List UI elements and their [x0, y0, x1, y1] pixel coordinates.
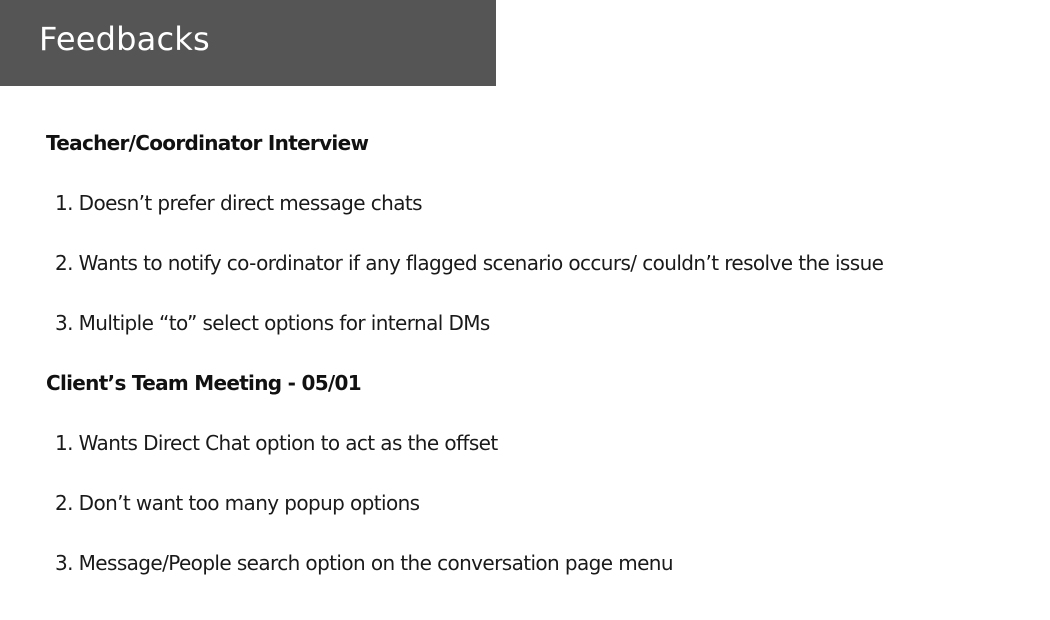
list-item: 1. Wants Direct Chat option to act as th… — [55, 431, 498, 455]
list-item: 3. Message/People search option on the c… — [55, 551, 674, 575]
list-item: 3. Multiple “to” select options for inte… — [55, 311, 490, 335]
feedback-content: Teacher/Coordinator Interview 1. Doesn’t… — [46, 128, 1036, 578]
section-title: Teacher/Coordinator Interview — [46, 131, 369, 155]
feedback-list: 1. Doesn’t prefer direct message chats 2… — [46, 188, 1036, 338]
feedback-section-client-meeting: Client’s Team Meeting - 05/01 1. Wants D… — [46, 368, 1036, 578]
section-title: Client’s Team Meeting - 05/01 — [46, 371, 362, 395]
page-title: Feedbacks — [39, 20, 210, 58]
feedback-list: 1. Wants Direct Chat option to act as th… — [46, 428, 1036, 578]
list-item: 2. Wants to notify co-ordinator if any f… — [55, 251, 884, 275]
header-banner: Feedbacks — [0, 0, 496, 86]
list-item: 2. Don’t want too many popup options — [55, 491, 420, 515]
feedback-section-teacher-interview: Teacher/Coordinator Interview 1. Doesn’t… — [46, 128, 1036, 338]
list-item: 1. Doesn’t prefer direct message chats — [55, 191, 423, 215]
